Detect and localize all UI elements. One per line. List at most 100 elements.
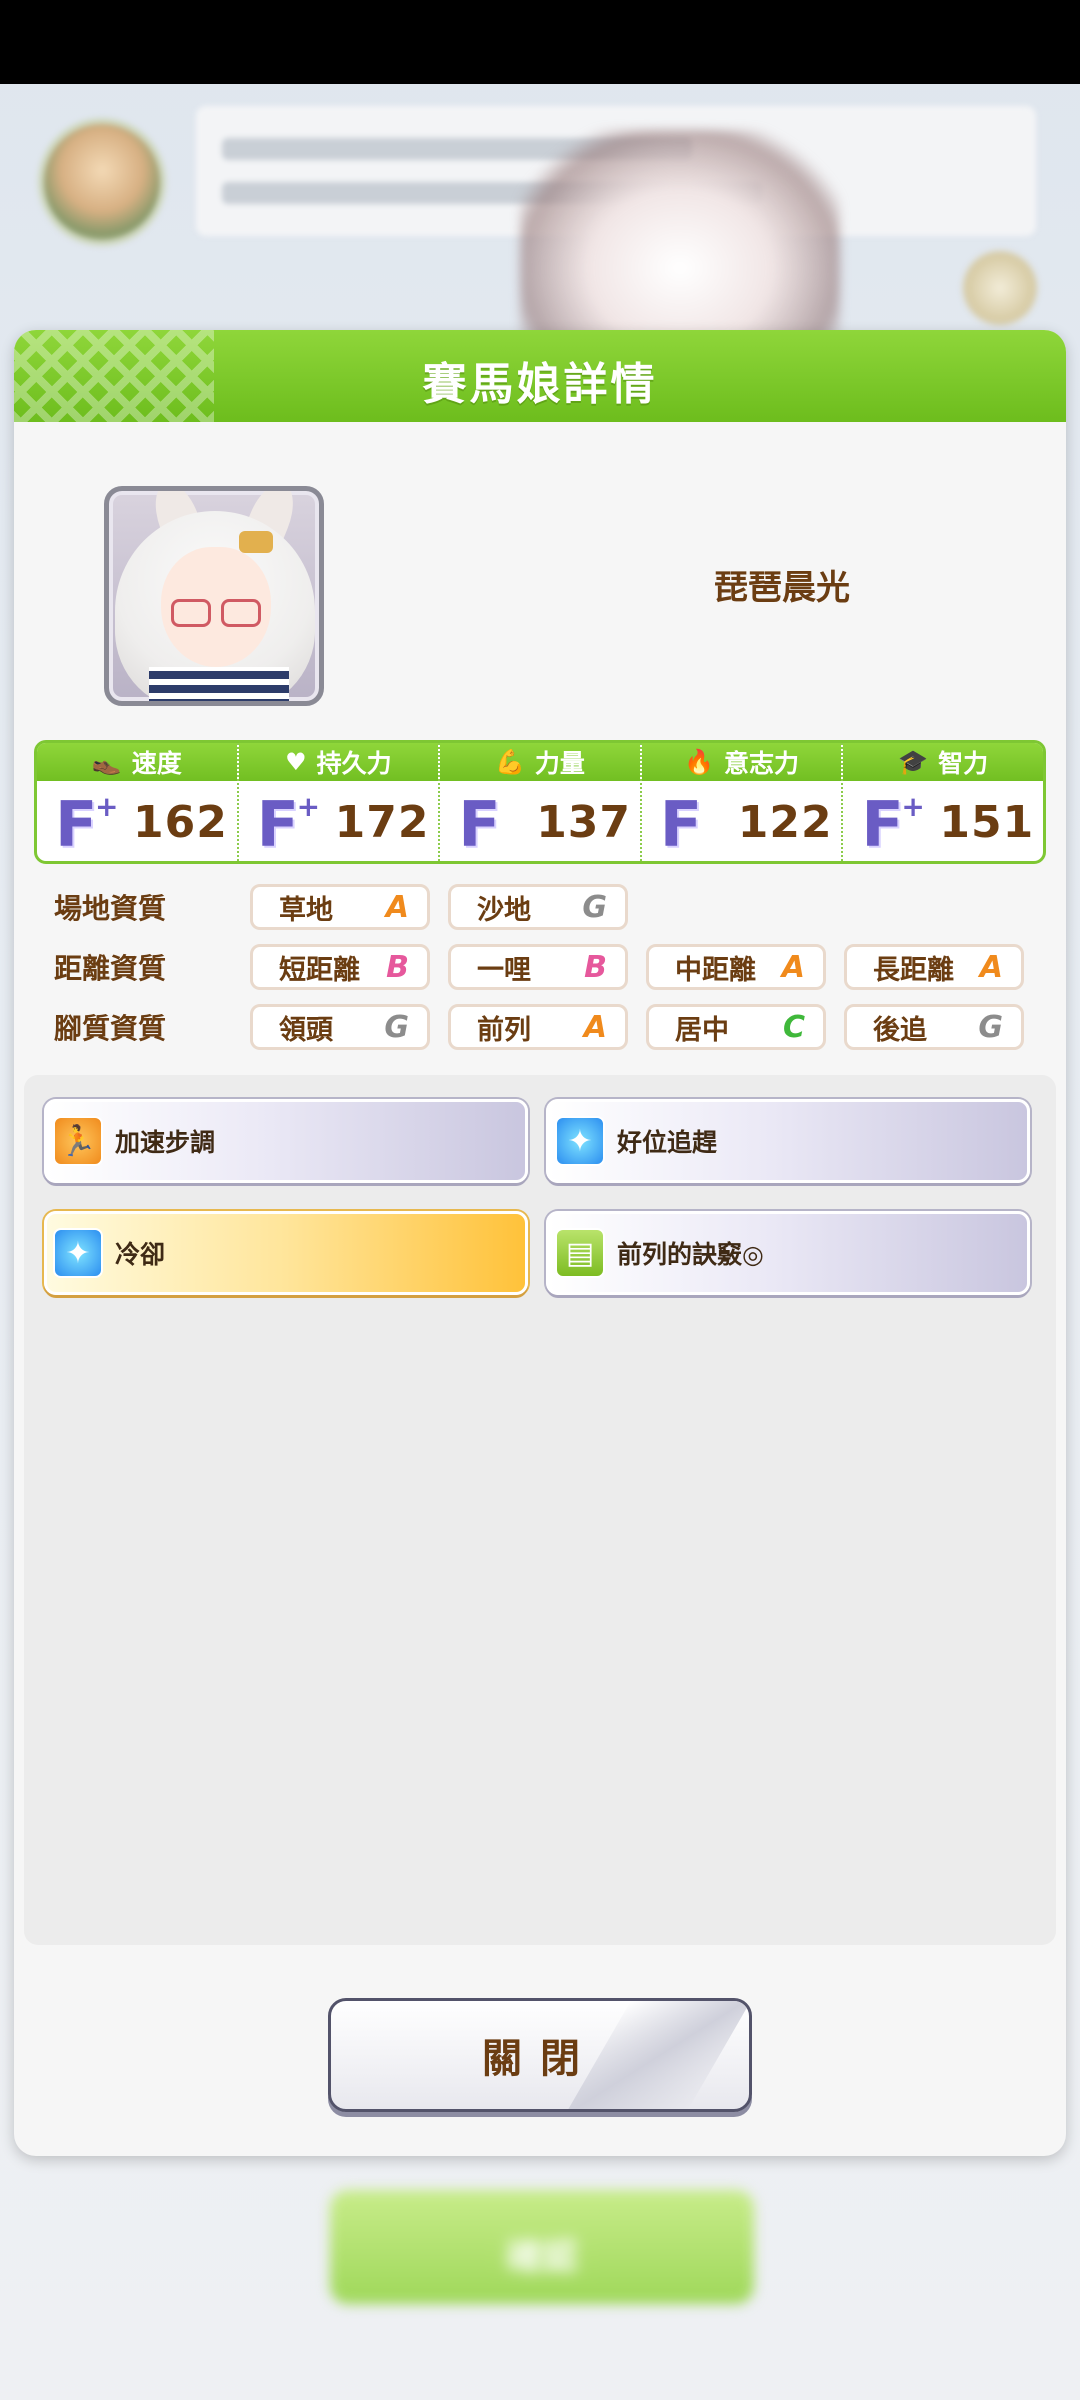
book-icon: ▤: [555, 1228, 605, 1278]
skills-panel: 🏃 加速步調 ✦ 好位追趕 ✦ 冷卻 ▤ 前列的訣竅◎: [24, 1075, 1056, 1945]
aptitude-chip: 前列 A: [448, 1004, 628, 1050]
aptitude-chip: 短距離 B: [250, 944, 430, 990]
grade-badge: F +: [861, 788, 924, 861]
aptitude-label: 距離資質: [54, 952, 167, 985]
stat-value: 172: [334, 796, 430, 848]
skill-card[interactable]: 🏃 加速步調: [44, 1099, 528, 1183]
close-button[interactable]: 關閉: [328, 1998, 752, 2112]
stat-label: 速度: [131, 749, 182, 778]
shirt: [149, 667, 289, 701]
stat-value: 162: [133, 796, 228, 848]
aptitude-row-style: 腳質資質 領頭 G 前列 A 居中 C 後追 G: [54, 1002, 1054, 1052]
stat-label: 智力: [938, 749, 989, 778]
stat-header: 💪 力量: [440, 743, 640, 781]
grade-letter: F: [55, 788, 98, 861]
aptitude-name: 領頭: [279, 1014, 333, 1046]
character-name: 琵琶晨光: [714, 568, 850, 608]
aptitude-name: 中距離: [675, 954, 756, 986]
stat-value: 122: [737, 796, 833, 848]
stats-panel: 👞 速度 F +162 ♥ 持久力 F +172 💪 力量 F 137 🔥 意志力 F 122 …: [34, 740, 1046, 864]
dialog-title: 賽馬娘詳情: [422, 359, 658, 410]
stat-header: 👞 速度: [37, 743, 237, 781]
stat-body: F 122: [642, 781, 842, 861]
skill-card[interactable]: ✦ 冷卻: [44, 1211, 528, 1295]
glasses-left: [171, 599, 211, 627]
skill-label: 前列的訣竅◎: [617, 1240, 764, 1269]
stat-label: 力量: [534, 749, 585, 778]
aptitude-rank: A: [781, 949, 805, 985]
hair-clip: [239, 531, 273, 553]
stat-body: F 137: [440, 781, 640, 861]
stat-label: 意志力: [724, 749, 800, 778]
blurred-confirm-button: 確認: [330, 2190, 754, 2304]
aptitude-rank: B: [386, 949, 409, 985]
sparkle-icon: ✦: [53, 1228, 103, 1278]
grade-badge: F +: [257, 788, 320, 861]
stat-power: 💪 力量 F 137: [438, 743, 640, 861]
aptitude-chip: 後追 G: [844, 1004, 1024, 1050]
aptitude-name: 沙地: [477, 894, 531, 926]
grade-badge: F +: [55, 788, 118, 861]
stat-label: 持久力: [316, 749, 392, 778]
aptitude-rank: A: [979, 949, 1003, 985]
stat-stamina: ♥ 持久力 F +172: [236, 743, 439, 861]
muscle-icon: 💪: [495, 748, 525, 776]
aptitude-rank: A: [583, 1009, 607, 1045]
blurred-character: [520, 130, 840, 360]
aptitude-name: 後追: [873, 1014, 927, 1046]
skill-card[interactable]: ▤ 前列的訣竅◎: [546, 1211, 1030, 1295]
aptitude-rank: C: [782, 1009, 805, 1045]
aptitude-name: 短距離: [279, 954, 360, 986]
status-bar: [0, 0, 1080, 84]
glasses-right: [221, 599, 261, 627]
aptitude-chip: 草地 A: [250, 884, 430, 930]
aptitude-row-track: 場地資質 草地 A 沙地 G: [54, 882, 1054, 932]
stat-header: ♥ 持久力: [238, 743, 439, 781]
aptitude-name: 前列: [477, 1014, 531, 1046]
dialog-header: 賽馬娘詳情: [14, 330, 1066, 422]
stat-value: 151: [939, 796, 1035, 848]
skill-label: 冷卻: [115, 1240, 166, 1269]
umamusume-detail-dialog: 賽馬娘詳情 琵琶晨光 👞 速度 F +162 ♥ 持久力 F +172 💪 力量 F 137…: [14, 330, 1066, 2156]
aptitude-rank: B: [584, 949, 607, 985]
grade-plus: +: [901, 790, 925, 823]
blurred-trophy-icon: [960, 248, 1040, 328]
aptitude-chip: 一哩 B: [448, 944, 628, 990]
grade-badge: F: [660, 788, 716, 861]
skill-label: 加速步調: [115, 1128, 216, 1157]
grade-plus: +: [296, 790, 321, 823]
skill-label: 好位追趕: [617, 1128, 718, 1157]
stat-value: 137: [536, 796, 632, 848]
aptitude-name: 草地: [279, 894, 333, 926]
grade-badge: F: [458, 788, 514, 861]
skill-card[interactable]: ✦ 好位追趕: [546, 1099, 1030, 1183]
blurred-confirm-label: 確認: [505, 2237, 578, 2278]
stat-speed: 👞 速度 F +162: [37, 743, 237, 861]
grade-letter: F: [256, 788, 299, 861]
aptitude-chip: 長距離 A: [844, 944, 1024, 990]
shoe-icon: 👞: [91, 748, 122, 776]
heart-icon: ♥: [285, 748, 307, 776]
aptitude-chip: 領頭 G: [250, 1004, 430, 1050]
character-portrait: [104, 486, 324, 706]
aptitude-rank: G: [582, 889, 607, 925]
flame-icon: 🔥: [684, 748, 715, 776]
runner-icon: 🏃: [53, 1116, 103, 1166]
grade-letter: F: [659, 788, 703, 861]
aptitude-name: 一哩: [477, 954, 531, 986]
aptitude-rank: G: [978, 1009, 1003, 1045]
stat-body: F +151: [843, 781, 1043, 861]
grade-letter: F: [861, 788, 904, 861]
aptitude-chip: 中距離 A: [646, 944, 826, 990]
aptitude-rank: A: [385, 889, 409, 925]
stat-header: 🎓 智力: [843, 743, 1043, 781]
aptitude-rank: G: [384, 1009, 409, 1045]
aptitude-label: 腳質資質: [54, 1012, 167, 1045]
grade-letter: F: [458, 788, 501, 861]
aptitude-row-distance: 距離資質 短距離 B 一哩 B 中距離 A 長距離 A: [54, 942, 1054, 992]
graduation-cap-icon: 🎓: [898, 748, 929, 776]
stat-body: F +172: [239, 781, 439, 861]
stat-body: F +162: [37, 781, 237, 861]
grade-plus: +: [95, 790, 119, 823]
sparkle-icon: ✦: [555, 1116, 605, 1166]
